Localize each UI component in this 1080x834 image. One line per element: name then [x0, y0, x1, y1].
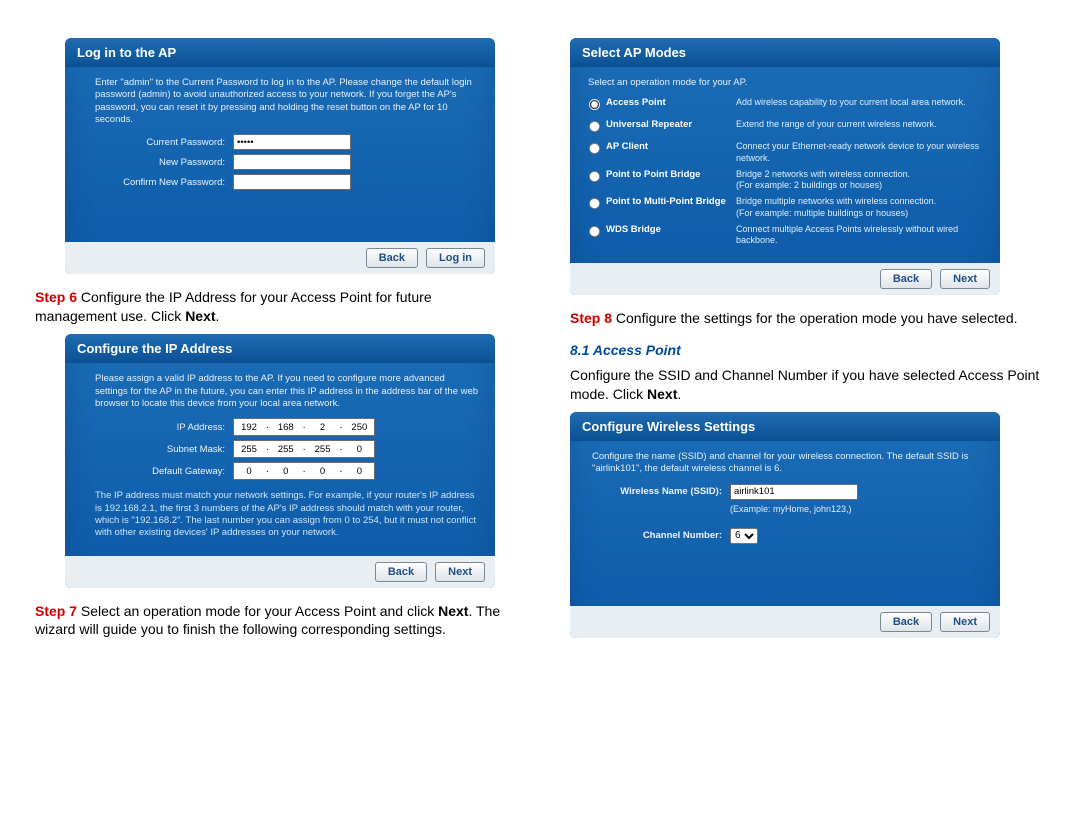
mode-name: WDS Bridge: [606, 224, 736, 235]
mode-name: Point to Point Bridge: [606, 169, 736, 180]
ip-panel: Configure the IP Address Please assign a…: [65, 334, 495, 587]
subnet-label: Subnet Mask:: [95, 444, 233, 455]
back-button[interactable]: Back: [375, 562, 427, 582]
modes-panel: Select AP Modes Select an operation mode…: [570, 38, 1000, 295]
mode-radio[interactable]: [589, 99, 600, 110]
mode-desc: Connect your Ethernet-ready network devi…: [736, 141, 984, 164]
mode-name: Point to Multi-Point Bridge: [606, 196, 736, 207]
step8-text: Step 8 Configure the settings for the op…: [570, 309, 1045, 328]
mode-desc: Connect multiple Access Points wirelessl…: [736, 224, 984, 247]
step7-label: Step 7: [35, 603, 77, 619]
right-column: Select AP Modes Select an operation mode…: [570, 30, 1045, 652]
gateway-input[interactable]: . . .: [233, 462, 375, 480]
mode-desc: Add wireless capability to your current …: [736, 97, 984, 108]
mode-radio[interactable]: [589, 171, 600, 182]
panel-title: Configure Wireless Settings: [570, 412, 1000, 441]
current-password-label: Current Password:: [95, 137, 233, 148]
wireless-intro: Configure the name (SSID) and channel fo…: [592, 451, 984, 476]
mode-desc: Bridge multiple networks with wireless c…: [736, 196, 984, 219]
wireless-panel: Configure Wireless Settings Configure th…: [570, 412, 1000, 638]
login-button[interactable]: Log in: [426, 248, 485, 268]
mode-radio[interactable]: [589, 143, 600, 154]
subnet-input[interactable]: . . .: [233, 440, 375, 458]
step8-label: Step 8: [570, 310, 612, 326]
mode-name: Universal Repeater: [606, 119, 736, 130]
next-button[interactable]: Next: [940, 269, 990, 289]
ssid-example: (Example: myHome, john123,): [730, 504, 984, 514]
mode-row[interactable]: Universal RepeaterExtend the range of yo…: [588, 119, 984, 136]
ip-address-input[interactable]: . . .: [233, 418, 375, 436]
mode-row[interactable]: WDS BridgeConnect multiple Access Points…: [588, 224, 984, 247]
panel-title: Log in to the AP: [65, 38, 495, 67]
next-button[interactable]: Next: [940, 612, 990, 632]
modes-intro: Select an operation mode for your AP.: [588, 77, 984, 89]
step6-text: Step 6 Configure the IP Address for your…: [35, 288, 510, 326]
step7-text: Step 7 Select an operation mode for your…: [35, 602, 510, 640]
new-password-input[interactable]: [233, 154, 351, 170]
confirm-password-label: Confirm New Password:: [95, 177, 233, 188]
back-button[interactable]: Back: [880, 612, 932, 632]
confirm-password-input[interactable]: [233, 174, 351, 190]
login-panel: Log in to the AP Enter "admin" to the Cu…: [65, 38, 495, 274]
ip-note: The IP address must match your network s…: [95, 490, 479, 539]
left-column: Log in to the AP Enter "admin" to the Cu…: [35, 30, 510, 652]
mode-radio[interactable]: [589, 226, 600, 237]
current-password-input[interactable]: [233, 134, 351, 150]
mode-row[interactable]: Point to Multi-Point BridgeBridge multip…: [588, 196, 984, 219]
back-button[interactable]: Back: [366, 248, 418, 268]
mode-desc: Extend the range of your current wireles…: [736, 119, 984, 130]
panel-title: Select AP Modes: [570, 38, 1000, 67]
substep-text: Configure the SSID and Channel Number if…: [570, 366, 1045, 404]
login-intro: Enter "admin" to the Current Password to…: [95, 77, 479, 126]
ip-intro: Please assign a valid IP address to the …: [95, 373, 479, 410]
ssid-label: Wireless Name (SSID):: [592, 486, 730, 497]
new-password-label: New Password:: [95, 157, 233, 168]
panel-title: Configure the IP Address: [65, 334, 495, 363]
channel-label: Channel Number:: [592, 530, 730, 541]
mode-radio[interactable]: [589, 121, 600, 132]
gateway-label: Default Gateway:: [95, 466, 233, 477]
mode-name: AP Client: [606, 141, 736, 152]
mode-row[interactable]: Access PointAdd wireless capability to y…: [588, 97, 984, 114]
subsection-heading: 8.1 Access Point: [570, 342, 1045, 358]
step6-label: Step 6: [35, 289, 77, 305]
mode-row[interactable]: Point to Point BridgeBridge 2 networks w…: [588, 169, 984, 192]
back-button[interactable]: Back: [880, 269, 932, 289]
channel-select[interactable]: 6: [730, 528, 758, 544]
mode-row[interactable]: AP ClientConnect your Ethernet-ready net…: [588, 141, 984, 164]
ssid-input[interactable]: [730, 484, 858, 500]
next-button[interactable]: Next: [435, 562, 485, 582]
mode-name: Access Point: [606, 97, 736, 108]
mode-desc: Bridge 2 networks with wireless connecti…: [736, 169, 984, 192]
ip-address-label: IP Address:: [95, 422, 233, 433]
mode-radio[interactable]: [589, 198, 600, 209]
